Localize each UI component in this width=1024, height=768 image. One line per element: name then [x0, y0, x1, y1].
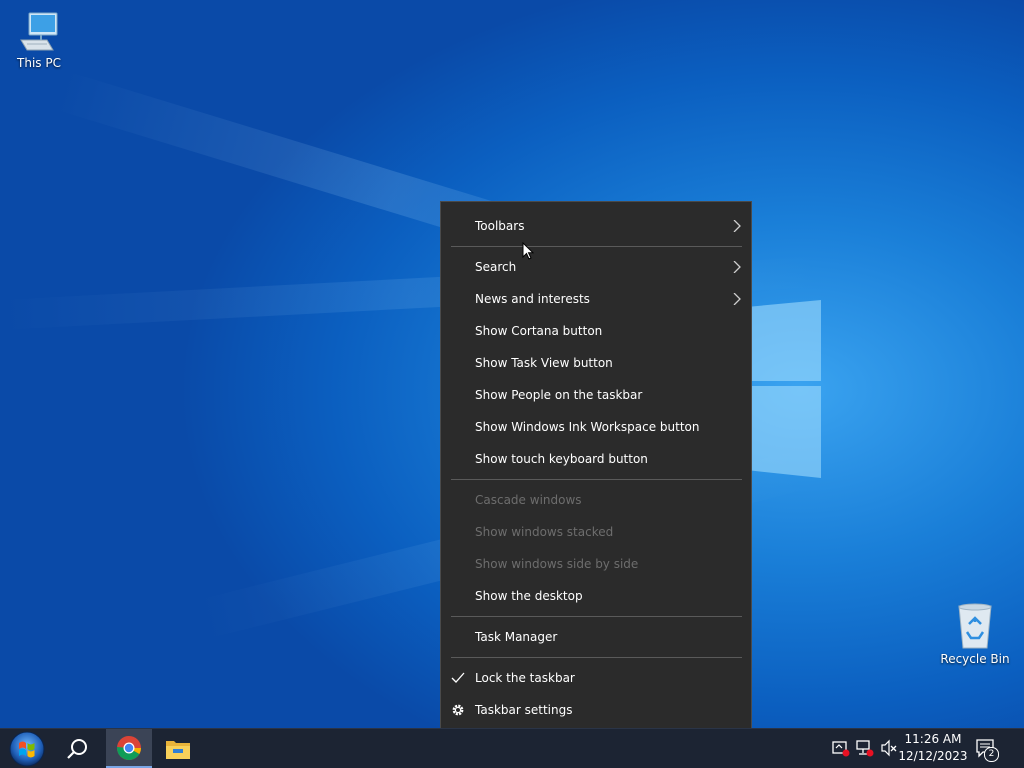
menu-separator: [451, 479, 742, 480]
desktop-icon-this-pc[interactable]: This PC: [1, 10, 77, 70]
menu-item-taskbar-settings[interactable]: Taskbar settings: [441, 695, 751, 725]
chevron-right-icon: [733, 261, 741, 273]
chrome-button[interactable]: [106, 729, 152, 768]
menu-item-search[interactable]: Search: [441, 252, 751, 282]
menu-item-show-task-view-button[interactable]: Show Task View button: [441, 348, 751, 378]
gear-icon: [452, 704, 464, 716]
network-icon[interactable]: [856, 739, 874, 757]
chevron-right-icon: [733, 220, 741, 232]
menu-item-show-touch-keyboard[interactable]: Show touch keyboard button: [441, 444, 751, 474]
menu-item-label: Task Manager: [475, 630, 558, 644]
volume-muted-icon[interactable]: [880, 739, 898, 757]
menu-separator: [451, 246, 742, 247]
search-button[interactable]: [54, 729, 100, 768]
menu-item-label: Show windows stacked: [475, 525, 614, 539]
menu-item-label: Show Task View button: [475, 356, 613, 370]
menu-item-news-and-interests[interactable]: News and interests: [441, 284, 751, 314]
desktop-icon-label: This PC: [17, 56, 61, 70]
clock-date: 12/12/2023: [898, 749, 968, 763]
search-icon: [67, 739, 87, 759]
menu-item-label: Show Cortana button: [475, 324, 603, 338]
menu-item-label: Show the desktop: [475, 589, 583, 603]
file-explorer-button[interactable]: [154, 729, 200, 768]
menu-item-label: Show Windows Ink Workspace button: [475, 420, 700, 434]
notification-count: 2: [988, 749, 995, 759]
chevron-right-icon: [733, 293, 741, 305]
start-button[interactable]: [4, 729, 50, 768]
menu-separator: [451, 657, 742, 658]
recycle-bin-icon: [953, 602, 997, 650]
desktop-icon-label: Recycle Bin: [940, 652, 1010, 666]
desktop-icon-recycle-bin[interactable]: Recycle Bin: [937, 602, 1013, 666]
menu-item-label: Search: [475, 260, 517, 274]
menu-separator: [451, 616, 742, 617]
wallpaper-windows-logo: [752, 386, 821, 478]
clock[interactable]: 11:26 AM 12/12/2023: [898, 731, 968, 765]
menu-item-label: Taskbar settings: [475, 703, 573, 717]
computer-icon: [17, 10, 61, 54]
menu-item-label: Toolbars: [475, 219, 525, 233]
menu-item-task-manager[interactable]: Task Manager: [441, 622, 751, 652]
menu-item-cascade-windows: Cascade windows: [441, 485, 751, 515]
menu-item-lock-the-taskbar[interactable]: Lock the taskbar: [441, 663, 751, 693]
menu-item-show-the-desktop[interactable]: Show the desktop: [441, 581, 751, 611]
folder-icon: [166, 741, 190, 759]
menu-item-show-windows-stacked: Show windows stacked: [441, 517, 751, 547]
menu-item-label: Cascade windows: [475, 493, 582, 507]
menu-item-label: Lock the taskbar: [475, 671, 575, 685]
wallpaper-windows-logo: [752, 300, 821, 381]
mouse-cursor-icon: [522, 242, 534, 260]
menu-item-show-people[interactable]: Show People on the taskbar: [441, 380, 751, 410]
checkmark-icon: [451, 672, 465, 683]
taskbar[interactable]: 11:26 AM 12/12/2023 2: [0, 728, 1024, 768]
menu-item-label: Show windows side by side: [475, 557, 639, 571]
menu-item-label: News and interests: [475, 292, 590, 306]
menu-item-show-cortana-button[interactable]: Show Cortana button: [441, 316, 751, 346]
chrome-icon: [117, 736, 141, 761]
menu-item-toolbars[interactable]: Toolbars: [441, 211, 751, 241]
taskbar-context-menu: Toolbars Search News and interests Show …: [440, 201, 752, 728]
menu-item-label: Show People on the taskbar: [475, 388, 643, 402]
windows-orb-icon: [9, 731, 45, 767]
menu-item-label: Show touch keyboard button: [475, 452, 648, 466]
desktop[interactable]: This PC Recycle Bin Toolbars Search News…: [0, 0, 1024, 728]
action-center-button[interactable]: 2: [972, 729, 1012, 768]
security-alert-icon[interactable]: [832, 739, 850, 757]
menu-item-show-windows-side-by-side: Show windows side by side: [441, 549, 751, 579]
notification-count-badge: 2: [984, 747, 999, 762]
clock-time: 11:26 AM: [904, 732, 962, 746]
menu-item-show-windows-ink[interactable]: Show Windows Ink Workspace button: [441, 412, 751, 442]
